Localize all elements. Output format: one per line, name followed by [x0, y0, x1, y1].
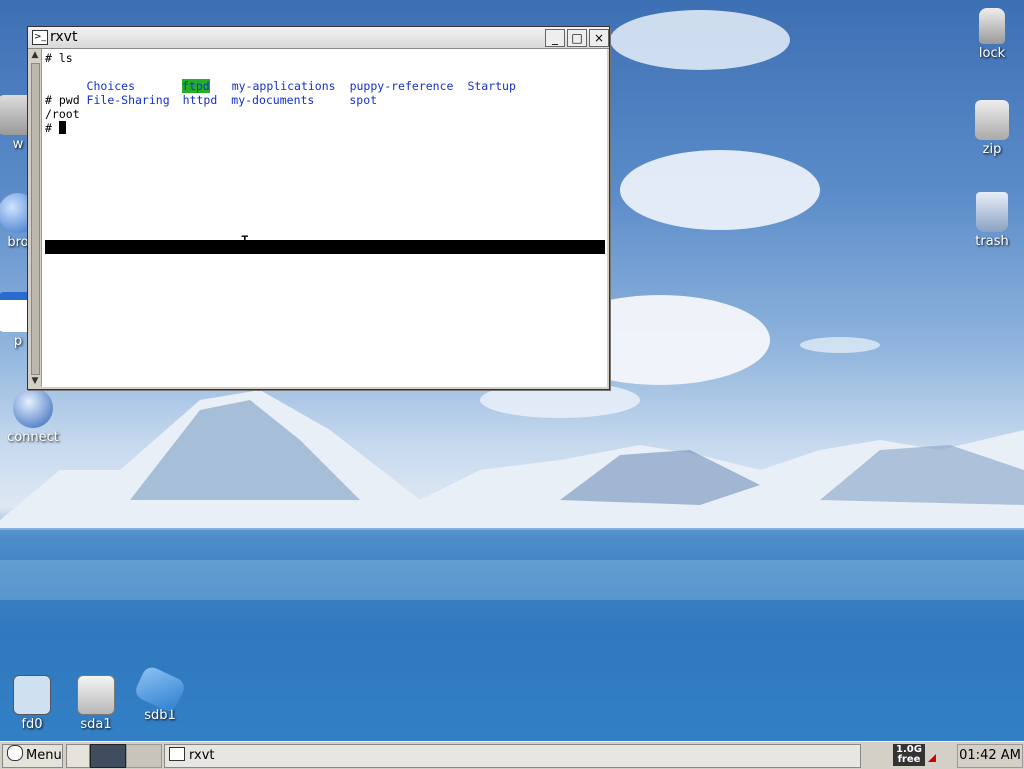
connect-icon: [13, 388, 53, 428]
terminal-icon: >_: [32, 30, 48, 45]
puppy-menu-icon: [7, 745, 23, 761]
scroll-up-arrow-icon[interactable]: ▲: [29, 49, 41, 61]
rxvt-window[interactable]: >_ rxvt _ □ × ▲ ▼ # ls Choices ftpd my-app…: [27, 26, 610, 390]
desktop-icon-label: zip: [982, 142, 1002, 157]
trash-icon: [976, 192, 1008, 232]
lock-icon: [979, 8, 1005, 44]
taskbar: Menu rxvt 1.0G free 01:42 AM: [0, 741, 1024, 769]
drive-icon-fd0[interactable]: fd0: [0, 675, 64, 732]
ls-output-row: File-Sharing httpd my-documents spot: [45, 79, 378, 121]
terminal-selection-bar: [45, 240, 605, 254]
scroll-down-arrow-icon[interactable]: ▼: [29, 375, 41, 387]
maximize-button[interactable]: □: [567, 29, 587, 47]
terminal-scrollbar[interactable]: ▲ ▼: [29, 49, 42, 387]
taskbar-task-rxvt[interactable]: rxvt: [164, 744, 861, 768]
desktop-icon-label: lock: [978, 46, 1006, 61]
terminal-prompt-line: #: [45, 121, 66, 135]
tray-flag-icon[interactable]: [928, 754, 936, 762]
free-memory-indicator: 1.0G free: [893, 744, 925, 766]
terminal-line: # ls: [45, 51, 73, 65]
floppy-icon: [13, 675, 51, 715]
task-label: rxvt: [189, 748, 215, 763]
drive-label: sda1: [80, 717, 112, 732]
terminal-icon: [169, 747, 185, 761]
menu-label: Menu: [26, 748, 62, 763]
clock[interactable]: 01:42 AM: [957, 744, 1023, 768]
pager-desktop-2[interactable]: [126, 744, 162, 768]
close-button[interactable]: ×: [589, 29, 609, 47]
window-titlebar[interactable]: >_ rxvt _ □ ×: [28, 27, 609, 49]
show-desktop-icon[interactable]: [66, 744, 90, 768]
drive-icon-sdb1[interactable]: sdb1: [128, 664, 192, 723]
desktop-icon-zip[interactable]: zip: [960, 100, 1024, 157]
terminal-output[interactable]: # ls Choices ftpd my-applications puppy-ref…: [42, 49, 607, 387]
usb-icon: [132, 664, 188, 714]
desktop-icon-label: w: [12, 137, 24, 152]
ls-entry: File-Sharing: [86, 93, 170, 107]
ls-entry: my-documents: [231, 93, 315, 107]
terminal-line: /root: [45, 107, 80, 121]
text-cursor: [58, 121, 66, 134]
ls-entry: httpd: [182, 93, 218, 107]
scrollbar-thumb[interactable]: [31, 63, 40, 375]
desktop-icon-label: p: [13, 334, 23, 349]
desktop-icon-connect[interactable]: connect: [1, 388, 65, 445]
drive-icon-sda1[interactable]: sda1: [64, 675, 128, 732]
window-title: rxvt: [50, 29, 78, 45]
terminal-prompt: #: [45, 121, 59, 135]
harddisk-icon: [77, 675, 115, 715]
terminal-line: # pwd: [45, 93, 80, 107]
minimize-button[interactable]: _: [545, 29, 565, 47]
free-memory-label: free: [897, 754, 921, 765]
desktop-icon-label: trash: [975, 234, 1009, 249]
ibeam-cursor-icon: I: [240, 232, 250, 251]
drive-label: fd0: [21, 717, 43, 732]
ls-entry: Startup: [467, 79, 516, 93]
menu-button[interactable]: Menu: [2, 744, 63, 768]
zip-icon: [975, 100, 1009, 140]
desktop-icon-trash[interactable]: trash: [960, 192, 1024, 249]
desktop-icon-lock[interactable]: lock: [960, 8, 1024, 61]
desktop-icon-label: bro: [7, 235, 29, 250]
ls-entry: spot: [349, 93, 378, 107]
desktop-icon-label: connect: [7, 430, 59, 445]
pager-desktop-1[interactable]: [90, 744, 126, 768]
